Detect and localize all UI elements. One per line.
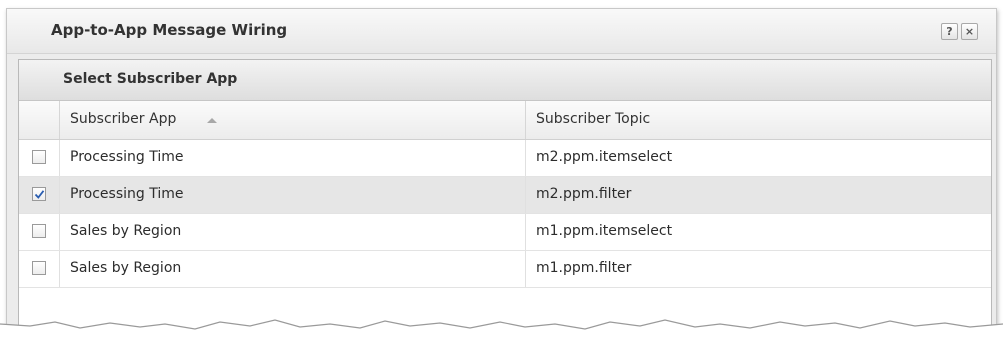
subscriber-app-value: Processing Time (70, 149, 184, 165)
subscriber-app-cell: Processing Time (60, 177, 526, 213)
panel-title: Select Subscriber App (63, 71, 238, 87)
dialog-titlebar: App-to-App Message Wiring ? × (7, 9, 996, 54)
subscriber-app-value: Processing Time (70, 186, 184, 202)
table-row[interactable]: Sales by Region m1.ppm.filter (19, 251, 991, 288)
subscriber-app-column-header[interactable]: Subscriber App (60, 101, 526, 139)
help-icon: ? (946, 25, 953, 38)
subscriber-app-header-label: Subscriber App (70, 111, 177, 127)
subscriber-app-value: Sales by Region (70, 260, 182, 276)
subscriber-topic-value: m2.ppm.filter (536, 186, 632, 202)
help-button[interactable]: ? (941, 23, 958, 40)
row-checkbox[interactable] (32, 187, 46, 201)
row-checkbox-cell (19, 214, 60, 250)
dialog-title: App-to-App Message Wiring (51, 21, 288, 39)
row-checkbox[interactable] (32, 261, 46, 275)
torn-edge-decoration (0, 319, 1003, 352)
subscriber-topic-value: m1.ppm.itemselect (536, 223, 673, 239)
close-icon: × (964, 25, 975, 38)
table-row[interactable]: Processing Time m2.ppm.itemselect (19, 140, 991, 177)
close-button[interactable]: × (961, 23, 978, 40)
subscriber-app-value: Sales by Region (70, 223, 182, 239)
sort-ascending-icon (207, 118, 217, 123)
row-checkbox[interactable] (32, 150, 46, 164)
subscriber-topic-cell: m2.ppm.filter (526, 177, 991, 213)
subscriber-app-cell: Sales by Region (60, 251, 526, 287)
subscriber-topic-cell: m1.ppm.itemselect (526, 214, 991, 250)
subscriber-app-cell: Sales by Region (60, 214, 526, 250)
table-row[interactable]: Processing Time m2.ppm.filter (19, 177, 991, 214)
subscriber-topic-header-label: Subscriber Topic (536, 111, 651, 127)
subscriber-topic-column-header[interactable]: Subscriber Topic (526, 101, 991, 139)
message-wiring-dialog: App-to-App Message Wiring ? × Select Sub… (6, 8, 997, 352)
subscriber-topic-value: m1.ppm.filter (536, 260, 632, 276)
checkbox-column-header (19, 101, 60, 139)
row-checkbox[interactable] (32, 224, 46, 238)
row-checkbox-cell (19, 251, 60, 287)
subscriber-grid: Subscriber App Subscriber Topic Processi… (19, 101, 991, 288)
subscriber-panel: Select Subscriber App Subscriber App Sub… (18, 59, 992, 352)
subscriber-app-cell: Processing Time (60, 140, 526, 176)
row-checkbox-cell (19, 140, 60, 176)
subscriber-topic-cell: m2.ppm.itemselect (526, 140, 991, 176)
subscriber-topic-value: m2.ppm.itemselect (536, 149, 673, 165)
grid-header: Subscriber App Subscriber Topic (19, 101, 991, 140)
panel-header: Select Subscriber App (19, 60, 991, 101)
checkmark-icon (34, 190, 45, 199)
table-row[interactable]: Sales by Region m1.ppm.itemselect (19, 214, 991, 251)
row-checkbox-cell (19, 177, 60, 213)
subscriber-topic-cell: m1.ppm.filter (526, 251, 991, 287)
screenshot-stage: App-to-App Message Wiring ? × Select Sub… (0, 0, 1003, 352)
